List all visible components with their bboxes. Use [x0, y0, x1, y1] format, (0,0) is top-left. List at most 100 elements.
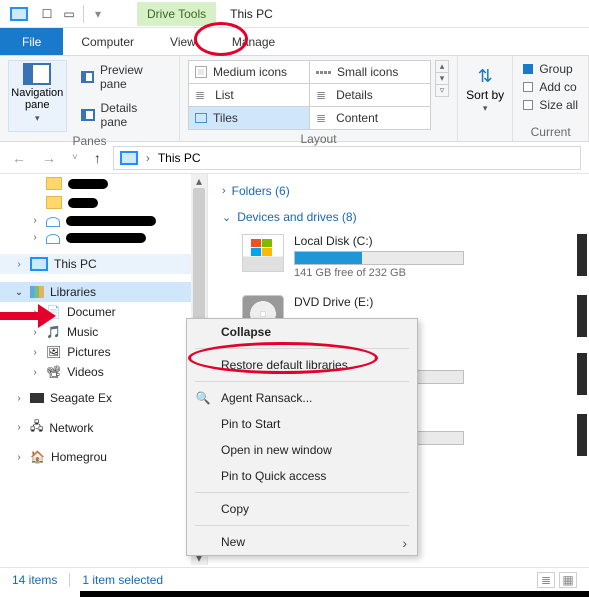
tree-quick-access-item[interactable]	[0, 174, 207, 193]
layout-gallery[interactable]: Medium icons Small icons List Details Ti…	[188, 60, 431, 130]
ribbon-group-layout-label: Layout	[188, 130, 449, 146]
chevron-right-icon[interactable]: ›	[14, 452, 24, 463]
nav-back-button[interactable]: ←	[8, 148, 30, 168]
navigation-pane-button[interactable]: Navigation pane ▾	[8, 60, 67, 132]
cropped-edge	[80, 591, 589, 597]
music-icon	[46, 325, 61, 339]
tree-quick-access-item[interactable]	[0, 193, 207, 212]
layout-list[interactable]: List	[189, 84, 309, 106]
layout-small-label: Small icons	[337, 65, 398, 79]
layout-details-label: Details	[336, 88, 373, 102]
scroll-thumb[interactable]	[193, 188, 205, 338]
menu-collapse[interactable]: Collapse	[187, 319, 417, 345]
tree-libraries[interactable]: ⌄Libraries	[0, 282, 207, 302]
tab-manage[interactable]: Manage	[214, 28, 293, 55]
tree-seagate-label: Seagate Ex	[50, 391, 112, 405]
chevron-right-icon: ›	[402, 535, 407, 551]
tree-pictures[interactable]: ›Pictures	[0, 342, 207, 362]
nav-forward-button[interactable]: →	[38, 148, 60, 168]
layout-content-label: Content	[336, 111, 378, 125]
chevron-right-icon[interactable]: ›	[14, 393, 24, 404]
layout-medium-icons[interactable]: Medium icons	[189, 61, 309, 83]
view-details-button[interactable]: ≣	[537, 572, 555, 588]
devices-group-header[interactable]: ⌄ Devices and drives (8)	[222, 206, 589, 228]
onedrive-icon	[46, 217, 60, 227]
tree-music-label: Music	[67, 325, 98, 339]
layout-small-icons[interactable]: Small icons	[310, 61, 430, 83]
qat-properties-icon[interactable]: ☐	[36, 3, 58, 25]
navigation-pane-label: Navigation pane	[11, 87, 64, 111]
tree-network[interactable]: ›Network	[0, 414, 207, 441]
chevron-right-icon[interactable]: ›	[14, 422, 24, 433]
menu-copy[interactable]: Copy	[187, 496, 417, 522]
breadcrumb-this-pc[interactable]: This PC	[158, 151, 201, 165]
preview-pane-button[interactable]: Preview pane	[77, 60, 171, 94]
drive-tower-icon	[577, 353, 587, 395]
scroll-up-icon[interactable]: ▴	[191, 174, 207, 188]
nav-recent-button[interactable]: ˅	[68, 150, 82, 165]
chevron-down-icon[interactable]: ⌄	[14, 287, 24, 298]
gallery-up-icon[interactable]: ▴	[436, 61, 448, 73]
qat-customize-icon[interactable]: ▾	[87, 3, 109, 25]
homegroup-icon	[30, 450, 45, 464]
menu-separator	[195, 381, 409, 382]
tree-homegroup[interactable]: ›Homegrou	[0, 447, 207, 467]
chevron-right-icon[interactable]: ›	[30, 215, 40, 226]
menu-open-new-window[interactable]: Open in new window	[187, 437, 417, 463]
redacted-text	[66, 233, 146, 243]
chevron-right-icon: ›	[222, 185, 226, 197]
tree-seagate-drive[interactable]: › Seagate Ex	[0, 388, 207, 408]
chevron-right-icon[interactable]: ›	[30, 347, 40, 358]
this-pc-icon	[30, 257, 48, 271]
tab-file[interactable]: File	[0, 28, 63, 55]
details-pane-label: Details pane	[101, 101, 168, 129]
network-icon	[30, 417, 43, 438]
navigation-tree[interactable]: › › ›This PC ⌄Libraries ›Documer ›Music …	[0, 174, 208, 565]
ribbon-group-current-view: Group Add co Size all Current	[513, 56, 589, 141]
system-icon[interactable]	[10, 7, 28, 21]
tab-view[interactable]: View	[152, 28, 214, 55]
tree-music[interactable]: › Music	[0, 322, 207, 342]
tab-computer[interactable]: Computer	[63, 28, 152, 55]
chevron-right-icon[interactable]: ›	[14, 259, 24, 270]
chevron-right-icon[interactable]: ›	[30, 307, 40, 318]
group-by-button[interactable]: Group	[521, 60, 580, 78]
gallery-down-icon[interactable]: ▾	[436, 73, 448, 85]
details-pane-button[interactable]: Details pane	[77, 98, 171, 132]
ribbon-group-layout: Medium icons Small icons List Details Ti…	[180, 56, 458, 141]
menu-pin-to-start[interactable]: Pin to Start	[187, 411, 417, 437]
details-icon	[316, 88, 330, 102]
tree-onedrive-item[interactable]: ›	[0, 212, 207, 229]
menu-agent-ransack[interactable]: 🔍Agent Ransack...	[187, 385, 417, 411]
status-selected-count: 1 item selected	[82, 573, 163, 587]
status-item-count: 14 items	[12, 573, 57, 587]
chevron-right-icon[interactable]: ›	[146, 151, 150, 165]
tree-documents[interactable]: ›Documer	[0, 302, 207, 322]
menu-restore-default-libraries[interactable]: Restore default libraries	[187, 352, 417, 378]
layout-content[interactable]: Content	[310, 107, 430, 129]
sort-by-button[interactable]: ⇅ Sort by ▾	[466, 60, 504, 114]
drive-item[interactable]: Local Disk (C:)141 GB free of 232 GB	[222, 228, 589, 289]
group-by-icon	[523, 64, 533, 74]
size-all-columns-button[interactable]: Size all	[521, 96, 580, 114]
menu-pin-quick-access[interactable]: Pin to Quick access	[187, 463, 417, 489]
gallery-more-icon[interactable]: ▿	[436, 85, 448, 96]
tree-this-pc[interactable]: ›This PC	[0, 254, 207, 274]
layout-details[interactable]: Details	[310, 84, 430, 106]
menu-new[interactable]: New›	[187, 529, 417, 555]
layout-tiles[interactable]: Tiles	[189, 107, 309, 129]
address-bar[interactable]: › This PC	[113, 146, 581, 170]
tree-videos[interactable]: ›Videos	[0, 362, 207, 382]
qat-new-folder-icon[interactable]: ▭	[58, 3, 80, 25]
chevron-right-icon[interactable]: ›	[30, 232, 40, 243]
tree-onedrive-item[interactable]: ›	[0, 229, 207, 246]
nav-up-button[interactable]: ↑	[90, 148, 105, 168]
chevron-right-icon[interactable]: ›	[30, 367, 40, 378]
menu-separator	[195, 348, 409, 349]
sort-by-label: Sort by	[466, 89, 504, 101]
chevron-right-icon[interactable]: ›	[30, 327, 40, 338]
folders-group-header[interactable]: › Folders (6)	[222, 180, 589, 202]
size-columns-icon	[523, 100, 533, 110]
view-large-icons-button[interactable]: ▦	[559, 572, 577, 588]
add-columns-button[interactable]: Add co	[521, 78, 580, 96]
